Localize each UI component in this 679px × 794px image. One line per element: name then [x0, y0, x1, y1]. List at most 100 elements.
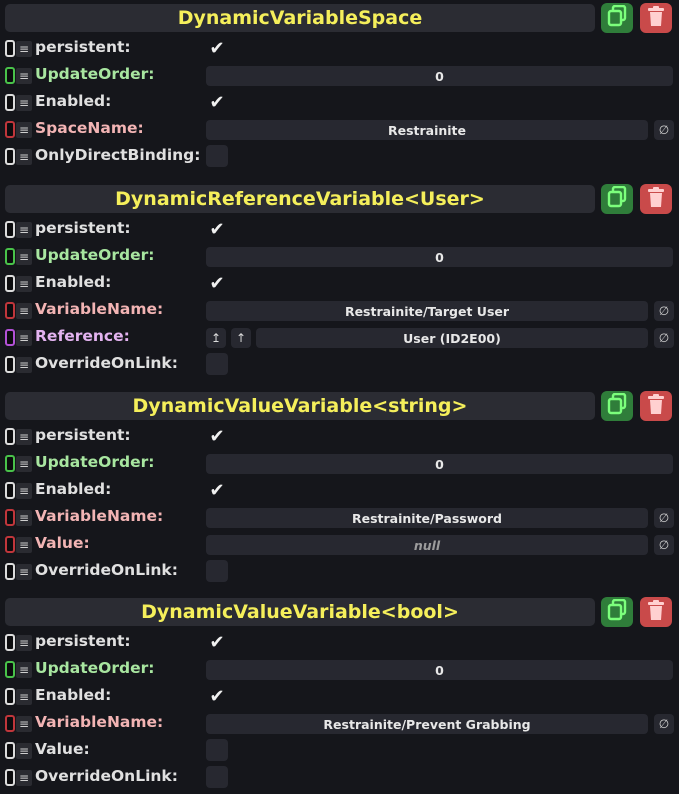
connector-icon[interactable]: [5, 428, 15, 445]
checkbox[interactable]: ✔: [206, 425, 228, 447]
text-field[interactable]: Restrainite/Target User: [206, 301, 648, 321]
field-menu-button[interactable]: ≡: [16, 662, 32, 678]
connector-icon[interactable]: [5, 356, 15, 373]
checkbox[interactable]: [206, 766, 228, 788]
value-field[interactable]: 0: [206, 454, 673, 474]
value-field[interactable]: 0: [206, 660, 673, 680]
checkbox[interactable]: [206, 560, 228, 582]
field-menu-button[interactable]: ≡: [16, 357, 32, 373]
null-button[interactable]: ∅: [654, 714, 674, 734]
field-menu-button[interactable]: ≡: [16, 303, 32, 319]
checkbox[interactable]: ✔: [206, 479, 228, 501]
component-panel: DynamicValueVariable<bool> ≡ persistent: ✔ ≡…: [0, 594, 679, 791]
field-row: ≡ UpdateOrder: 0: [0, 243, 679, 269]
checkbox[interactable]: ✔: [206, 218, 228, 240]
connector-icon[interactable]: [5, 455, 15, 472]
field-menu-button[interactable]: ≡: [16, 770, 32, 786]
connector-icon[interactable]: [5, 661, 15, 678]
checkbox[interactable]: ✔: [206, 685, 228, 707]
connector-icon[interactable]: [5, 715, 15, 732]
component-title: DynamicReferenceVariable<User>: [5, 185, 595, 213]
connector-icon[interactable]: [5, 482, 15, 499]
field-menu-button[interactable]: ≡: [16, 716, 32, 732]
connector-icon[interactable]: [5, 67, 15, 84]
field-menu-button[interactable]: ≡: [16, 635, 32, 651]
text-field[interactable]: Restrainite/Password: [206, 508, 648, 528]
field-menu-button[interactable]: ≡: [16, 95, 32, 111]
field-menu-button[interactable]: ≡: [16, 456, 32, 472]
field-row: ≡ UpdateOrder: 0: [0, 62, 679, 88]
connector-icon[interactable]: [5, 302, 15, 319]
value-field[interactable]: 0: [206, 247, 673, 267]
connector-icon[interactable]: [5, 688, 15, 705]
field-menu-button[interactable]: ≡: [16, 537, 32, 553]
duplicate-icon: [607, 4, 627, 31]
text-field[interactable]: Restrainite/Prevent Grabbing: [206, 714, 648, 734]
connector-icon[interactable]: [5, 634, 15, 651]
destroy-button[interactable]: [640, 3, 672, 33]
field-menu-button[interactable]: ≡: [16, 483, 32, 499]
connector-icon[interactable]: [5, 742, 15, 759]
connector-icon[interactable]: [5, 94, 15, 111]
checkbox[interactable]: [206, 353, 228, 375]
connector-icon[interactable]: [5, 40, 15, 57]
field-menu-button[interactable]: ≡: [16, 276, 32, 292]
null-button[interactable]: ∅: [654, 535, 674, 555]
field-row: ≡ UpdateOrder: 0: [0, 656, 679, 682]
connector-icon[interactable]: [5, 536, 15, 553]
null-button[interactable]: ∅: [654, 120, 674, 140]
ref-jump-button[interactable]: ↥: [206, 328, 226, 348]
duplicate-button[interactable]: [601, 3, 633, 33]
checkbox[interactable]: [206, 145, 228, 167]
connector-icon[interactable]: [5, 769, 15, 786]
duplicate-icon: [607, 185, 627, 212]
connector-icon[interactable]: [5, 148, 15, 165]
destroy-button[interactable]: [640, 184, 672, 214]
text-field[interactable]: null: [206, 535, 648, 555]
connector-icon[interactable]: [5, 329, 15, 346]
null-button[interactable]: ∅: [654, 301, 674, 321]
duplicate-button[interactable]: [601, 184, 633, 214]
field-menu-button[interactable]: ≡: [16, 249, 32, 265]
field-menu-button[interactable]: ≡: [16, 510, 32, 526]
field-row: ≡ VariableName: Restrainite/Prevent Grabbi…: [0, 710, 679, 736]
connector-icon[interactable]: [5, 121, 15, 138]
checkbox[interactable]: ✔: [206, 272, 228, 294]
field-menu-button[interactable]: ≡: [16, 743, 32, 759]
checkbox[interactable]: [206, 739, 228, 761]
field-menu-button[interactable]: ≡: [16, 68, 32, 84]
field-label: OverrideOnLink:: [35, 561, 178, 579]
field-menu-button[interactable]: ≡: [16, 122, 32, 138]
text-field[interactable]: Restrainite: [206, 120, 648, 140]
connector-icon[interactable]: [5, 275, 15, 292]
connector-icon[interactable]: [5, 221, 15, 238]
checkbox[interactable]: ✔: [206, 631, 228, 653]
connector-icon[interactable]: [5, 248, 15, 265]
connector-icon[interactable]: [5, 509, 15, 526]
checkbox[interactable]: ✔: [206, 91, 228, 113]
field-row: ≡ Value: null ∅: [0, 531, 679, 557]
field-label: UpdateOrder:: [35, 246, 155, 264]
field-menu-button[interactable]: ≡: [16, 429, 32, 445]
field-menu-button[interactable]: ≡: [16, 689, 32, 705]
field-row: ≡ OverrideOnLink:: [0, 558, 679, 584]
field-label: OnlyDirectBinding:: [35, 146, 201, 164]
connector-icon[interactable]: [5, 563, 15, 580]
field-menu-button[interactable]: ≡: [16, 564, 32, 580]
field-label: UpdateOrder:: [35, 65, 155, 83]
field-row: ≡ UpdateOrder: 0: [0, 450, 679, 476]
field-menu-button[interactable]: ≡: [16, 330, 32, 346]
checkbox[interactable]: ✔: [206, 37, 228, 59]
duplicate-button[interactable]: [601, 597, 633, 627]
reference-field[interactable]: User (ID2E00): [256, 328, 648, 348]
field-menu-button[interactable]: ≡: [16, 41, 32, 57]
destroy-button[interactable]: [640, 597, 672, 627]
destroy-button[interactable]: [640, 391, 672, 421]
null-button[interactable]: ∅: [654, 508, 674, 528]
value-field[interactable]: 0: [206, 66, 673, 86]
ref-up-button[interactable]: ↑: [231, 328, 251, 348]
duplicate-button[interactable]: [601, 391, 633, 421]
null-button[interactable]: ∅: [654, 328, 674, 348]
field-menu-button[interactable]: ≡: [16, 222, 32, 238]
field-menu-button[interactable]: ≡: [16, 149, 32, 165]
